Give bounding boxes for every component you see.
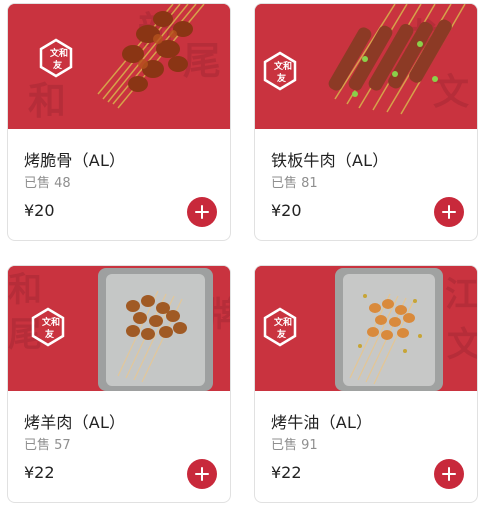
add-to-cart-button[interactable]: [434, 197, 464, 227]
svg-text:文和: 文和: [273, 60, 292, 72]
svg-text:尾: 尾: [8, 315, 42, 355]
sold-count: 已售 81: [271, 176, 318, 191]
svg-text:尾: 尾: [183, 39, 221, 83]
add-to-cart-button[interactable]: [434, 459, 464, 489]
product-name: 烤牛油（AL）: [271, 413, 373, 432]
svg-text:江: 江: [445, 275, 477, 315]
product-card[interactable]: 龙文 文和友 铁板牛肉（AL） 已售 8: [254, 3, 478, 241]
product-name: 烤羊肉（AL）: [24, 413, 126, 432]
product-name: 烤脆骨（AL）: [24, 151, 126, 170]
svg-text:和: 和: [8, 270, 42, 310]
svg-text:和: 和: [28, 79, 66, 123]
svg-text:文: 文: [447, 325, 477, 365]
product-price: ¥22: [271, 463, 302, 482]
product-name: 铁板牛肉（AL）: [271, 151, 389, 170]
product-image: 江文 文和友: [255, 266, 477, 391]
add-to-cart-button[interactable]: [187, 459, 217, 489]
svg-text:文和: 文和: [273, 316, 292, 328]
add-to-cart-button[interactable]: [187, 197, 217, 227]
product-image: 和尾牌 文和友: [8, 266, 230, 391]
svg-text:友: 友: [53, 59, 62, 71]
svg-text:友: 友: [45, 328, 54, 340]
product-image: 龙文 文和友: [255, 4, 477, 129]
svg-text:文和: 文和: [41, 316, 60, 328]
svg-text:文和: 文和: [49, 47, 68, 59]
svg-text:友: 友: [277, 72, 286, 84]
sold-count: 已售 91: [271, 438, 318, 453]
svg-text:文: 文: [433, 72, 469, 113]
sold-count: 已售 48: [24, 176, 71, 191]
sold-count: 已售 57: [24, 438, 71, 453]
product-card[interactable]: 江文 文和友 烤牛油（AL） 已售 91 ¥22: [254, 265, 478, 503]
product-price: ¥22: [24, 463, 55, 482]
product-card[interactable]: 和尾牌 文和友 烤羊肉（AL） 已售 57 ¥22: [7, 265, 231, 503]
product-image: 新尾和 文和友: [8, 4, 230, 129]
product-card[interactable]: 新尾和 文和友 烤脆骨（AL） 已售 48 ¥20: [7, 3, 231, 241]
product-price: ¥20: [271, 201, 302, 220]
svg-text:友: 友: [277, 328, 286, 340]
product-price: ¥20: [24, 201, 55, 220]
